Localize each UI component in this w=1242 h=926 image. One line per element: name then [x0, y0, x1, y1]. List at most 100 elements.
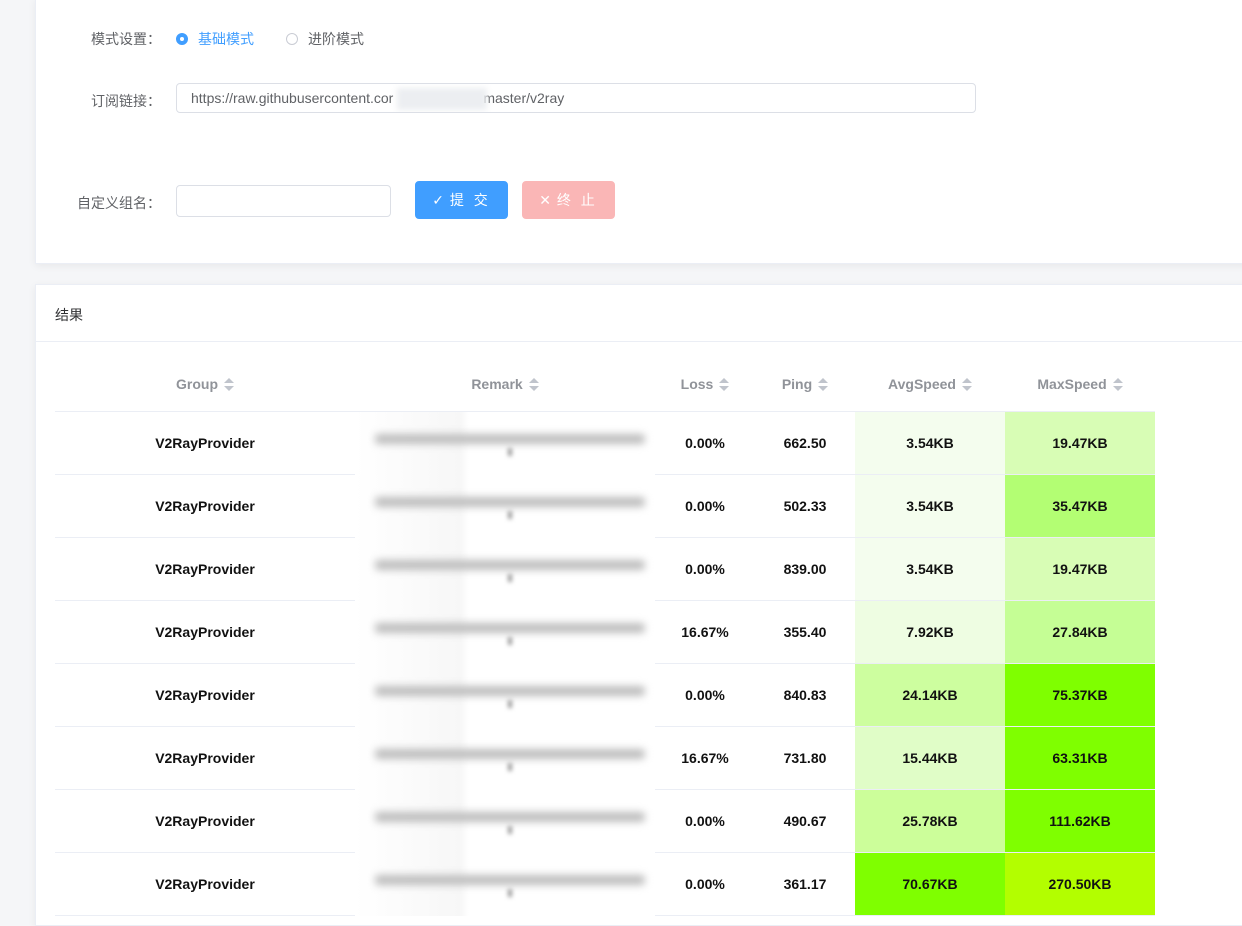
col-remark[interactable]: Remark: [355, 357, 655, 412]
remark-redacted: [365, 495, 645, 517]
stop-label: 终 止: [556, 192, 598, 208]
cell-maxspeed: 19.47KB: [1005, 537, 1155, 601]
settings-card: 模式设置： 基础模式 进阶模式 订阅链接： https://raw.github…: [35, 0, 1242, 264]
cell-avgspeed: 24.14KB: [855, 663, 1005, 727]
subscription-url-suffix: master/v2ray: [483, 90, 565, 106]
radio-checked-icon: [176, 33, 188, 45]
cell-remark: [355, 537, 655, 601]
sort-icon[interactable]: [224, 378, 234, 392]
group-name-input[interactable]: [176, 185, 391, 217]
cell-remark: [355, 411, 655, 475]
group-name-label: 自定义组名：: [77, 195, 161, 211]
cell-group: V2RayProvider: [55, 474, 355, 538]
result-title: 结果: [55, 307, 83, 323]
radio-unchecked-icon: [286, 33, 298, 45]
cell-group: V2RayProvider: [55, 663, 355, 727]
cell-ping: 731.80: [755, 726, 855, 790]
cell-ping: 662.50: [755, 411, 855, 475]
redaction-blur: [397, 88, 487, 110]
remark-redacted: [365, 873, 645, 895]
table-row: V2RayProvider 0.00% 490.67 25.78KB 111.62KB: [55, 789, 1155, 853]
submit-button[interactable]: ✓ 提 交: [415, 181, 508, 219]
cell-group: V2RayProvider: [55, 852, 355, 916]
sort-icon[interactable]: [528, 378, 539, 392]
check-icon: ✓: [432, 191, 444, 208]
cell-group: V2RayProvider: [55, 726, 355, 790]
cell-maxspeed: 270.50KB: [1005, 852, 1155, 916]
submit-label: 提 交: [449, 192, 491, 208]
sort-icon[interactable]: [1112, 378, 1123, 392]
subscription-url-prefix: https://raw.githubusercontent.cor: [191, 90, 394, 106]
radio-basic-label: 基础模式: [198, 31, 254, 47]
cell-maxspeed: 19.47KB: [1005, 411, 1155, 475]
table-header-row: Group Remark Loss Ping AvgSpeed MaxSpeed: [55, 357, 1155, 412]
cell-remark: [355, 726, 655, 790]
result-header: 结果: [36, 285, 1242, 342]
remark-redacted: [365, 432, 645, 454]
cell-loss: 0.00%: [655, 537, 755, 601]
stop-button[interactable]: ✕ 终 止: [522, 181, 615, 219]
cell-maxspeed: 63.31KB: [1005, 726, 1155, 790]
cell-maxspeed: 27.84KB: [1005, 600, 1155, 664]
cell-ping: 839.00: [755, 537, 855, 601]
sort-icon[interactable]: [719, 378, 730, 392]
table-row: V2RayProvider 16.67% 731.80 15.44KB 63.31KB: [55, 726, 1155, 790]
cell-avgspeed: 25.78KB: [855, 789, 1005, 853]
result-table: Group Remark Loss Ping AvgSpeed MaxSpeed…: [55, 357, 1155, 916]
remark-redacted: [365, 747, 645, 769]
table-row: V2RayProvider 0.00% 361.17 70.67KB 270.50KB: [55, 852, 1155, 916]
subscription-label: 订阅链接：: [91, 93, 161, 109]
col-ping[interactable]: Ping: [755, 357, 855, 412]
table-row: V2RayProvider 0.00% 839.00 3.54KB 19.47KB: [55, 537, 1155, 601]
remark-redacted: [365, 684, 645, 706]
cell-group: V2RayProvider: [55, 600, 355, 664]
sort-icon[interactable]: [961, 378, 972, 392]
cell-group: V2RayProvider: [55, 537, 355, 601]
table-row: V2RayProvider 0.00% 662.50 3.54KB 19.47KB: [55, 411, 1155, 475]
cell-avgspeed: 7.92KB: [855, 600, 1005, 664]
cell-maxspeed: 35.47KB: [1005, 474, 1155, 538]
remark-redacted: [365, 621, 645, 643]
cell-maxspeed: 75.37KB: [1005, 663, 1155, 727]
cell-loss: 0.00%: [655, 663, 755, 727]
cell-loss: 0.00%: [655, 852, 755, 916]
result-card: 结果 Group Remark Loss Ping AvgSpeed MaxSp…: [35, 284, 1242, 926]
cell-remark: [355, 600, 655, 664]
remark-redacted: [365, 558, 645, 580]
cell-loss: 0.00%: [655, 789, 755, 853]
col-group[interactable]: Group: [55, 357, 355, 412]
table-row: V2RayProvider 0.00% 502.33 3.54KB 35.47KB: [55, 474, 1155, 538]
cell-ping: 840.83: [755, 663, 855, 727]
cell-loss: 0.00%: [655, 411, 755, 475]
cell-ping: 502.33: [755, 474, 855, 538]
col-avgspeed[interactable]: AvgSpeed: [855, 357, 1005, 412]
cell-avgspeed: 3.54KB: [855, 537, 1005, 601]
subscription-url-input[interactable]: https://raw.githubusercontent.cor master/…: [176, 83, 976, 113]
radio-basic-mode[interactable]: 基础模式: [176, 29, 254, 49]
cell-avgspeed: 70.67KB: [855, 852, 1005, 916]
cell-loss: 16.67%: [655, 600, 755, 664]
cell-ping: 490.67: [755, 789, 855, 853]
cell-loss: 16.67%: [655, 726, 755, 790]
cell-avgspeed: 3.54KB: [855, 411, 1005, 475]
cell-avgspeed: 3.54KB: [855, 474, 1005, 538]
radio-advanced-mode[interactable]: 进阶模式: [286, 29, 364, 49]
cell-remark: [355, 663, 655, 727]
table-row: V2RayProvider 16.67% 355.40 7.92KB 27.84KB: [55, 600, 1155, 664]
mode-label: 模式设置：: [91, 31, 161, 47]
col-maxspeed[interactable]: MaxSpeed: [1005, 357, 1155, 412]
remark-redacted: [365, 810, 645, 832]
cell-group: V2RayProvider: [55, 411, 355, 475]
radio-advanced-label: 进阶模式: [308, 31, 364, 47]
cell-remark: [355, 474, 655, 538]
table-row: V2RayProvider 0.00% 840.83 24.14KB 75.37KB: [55, 663, 1155, 727]
cell-group: V2RayProvider: [55, 789, 355, 853]
cell-ping: 355.40: [755, 600, 855, 664]
col-loss[interactable]: Loss: [655, 357, 755, 412]
cell-loss: 0.00%: [655, 474, 755, 538]
cell-remark: [355, 789, 655, 853]
cell-avgspeed: 15.44KB: [855, 726, 1005, 790]
cell-maxspeed: 111.62KB: [1005, 789, 1155, 853]
sort-icon[interactable]: [818, 378, 829, 392]
close-icon: ✕: [539, 191, 551, 208]
